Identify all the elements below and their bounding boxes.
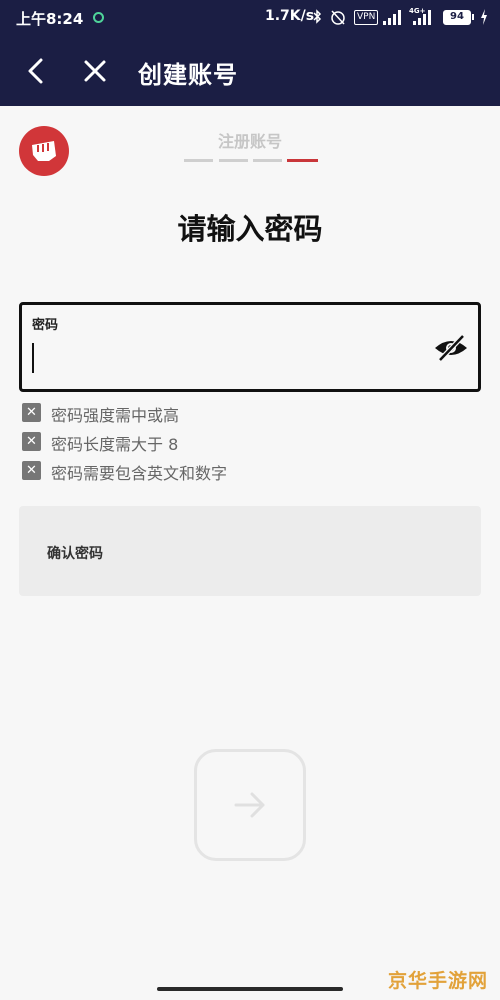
password-rules: ✕ 密码强度需中或高 ✕ 密码长度需大于 8 ✕ 密码需要包含英文和数字 [20, 403, 460, 490]
rule-item: ✕ 密码强度需中或高 [20, 403, 460, 432]
password-field[interactable]: 密码 [19, 302, 481, 392]
rule-item: ✕ 密码长度需大于 8 [20, 432, 460, 461]
step-segment-4 [287, 159, 318, 162]
network-speed: 1.7K/s [265, 8, 315, 24]
unmet-x-icon: ✕ [22, 403, 41, 422]
charging-icon [481, 9, 487, 25]
step-segment-1 [184, 159, 213, 162]
rule-text: 密码需要包含英文和数字 [51, 464, 228, 483]
next-button[interactable] [194, 749, 306, 861]
close-icon[interactable] [80, 56, 110, 86]
status-bar: 上午8:24 1.7K/s VPN 4G+ 94 [0, 0, 500, 36]
battery-icon: 94 [443, 10, 471, 25]
step-progress-bar [184, 159, 318, 162]
unmet-x-icon: ✕ [22, 432, 41, 451]
bluetooth-icon [313, 9, 322, 24]
watermark: 京华手游网 [388, 970, 489, 992]
arrow-right-icon [234, 792, 265, 818]
step-label: 注册账号 [217, 132, 282, 151]
confirm-password-label: 确认密码 [47, 546, 103, 562]
app-bar: 创建账号 [0, 36, 500, 106]
notification-dot-icon [93, 12, 104, 23]
page-title: 创建账号 [138, 61, 238, 89]
status-time: 上午8:24 [16, 10, 84, 28]
vpn-badge: VPN [354, 10, 379, 25]
step-segment-2 [219, 159, 248, 162]
eye-off-icon[interactable] [432, 333, 470, 363]
signal-4g-icon [413, 10, 431, 25]
rule-text: 密码强度需中或高 [51, 406, 180, 425]
rule-item: ✕ 密码需要包含英文和数字 [20, 461, 460, 490]
unmet-x-icon: ✕ [22, 461, 41, 480]
chevron-left-icon[interactable] [22, 56, 50, 86]
alarm-off-icon [331, 10, 345, 25]
rule-text: 密码长度需大于 8 [51, 435, 179, 454]
battery-tip [472, 14, 474, 20]
signal-icon [383, 10, 401, 25]
confirm-password-field[interactable]: 确认密码 [19, 506, 481, 596]
home-indicator[interactable] [157, 987, 343, 991]
step-segment-3 [253, 159, 282, 162]
text-caret [32, 343, 34, 373]
password-label: 密码 [32, 318, 59, 333]
main-heading: 请输入密码 [177, 212, 323, 246]
